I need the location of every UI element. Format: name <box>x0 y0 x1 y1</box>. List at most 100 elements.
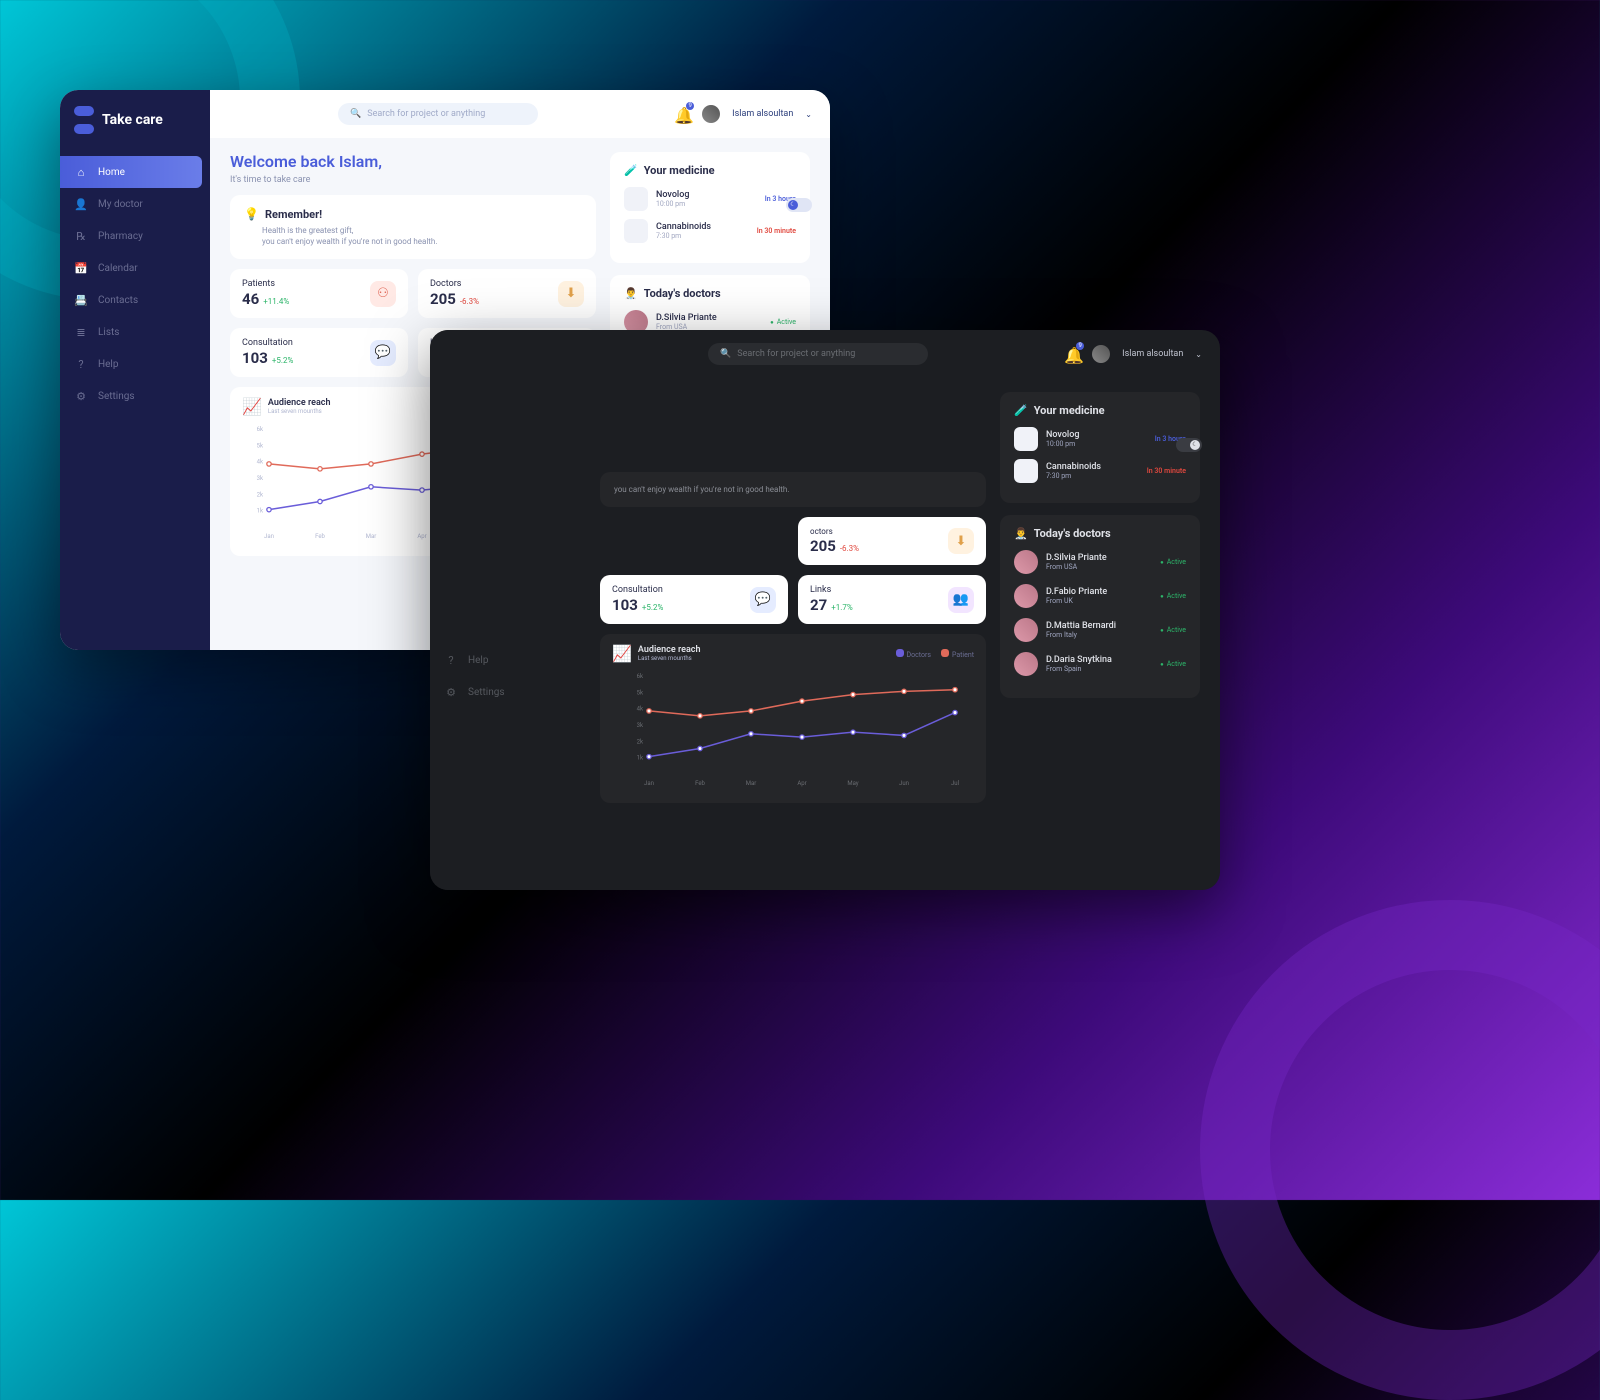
sidebar-item-label: Home <box>98 167 125 178</box>
notification-icon[interactable]: 🔔 <box>1064 346 1080 362</box>
left-column: you can't enjoy wealth if you're not in … <box>600 392 986 803</box>
doctors-today-title: Today's doctors <box>1034 527 1111 540</box>
doctors-icon: ⬇ <box>558 281 584 307</box>
stat-doctors[interactable]: Doctors205-6.3%⬇ <box>418 269 596 318</box>
notification-icon[interactable]: 🔔 <box>674 106 690 122</box>
doctor-status: Active <box>770 318 796 326</box>
medicine-row[interactable]: Novolog10:00 pm In 3 hours <box>624 187 796 211</box>
sidebar-item-pharmacy[interactable]: ℞Pharmacy <box>60 220 210 252</box>
welcome-subtitle: It's time to take care <box>230 175 596 185</box>
medicine-time: 7:30 pm <box>656 232 749 240</box>
brand-text: Take care <box>102 112 163 128</box>
topbar: 🔍Search for project or anything 🔔 Islam … <box>210 90 830 138</box>
chart-title: Audience reach <box>638 645 701 655</box>
sidebar-item-settings[interactable]: ⚙Settings <box>430 676 580 708</box>
medicine-row[interactable]: Cannabinoids7:30 pm In 30 minute <box>1014 459 1186 483</box>
doctor-row[interactable]: D.Daria SnytkinaFrom Spain Active <box>1014 652 1186 676</box>
user-name: Islam alsoultan <box>1122 349 1183 359</box>
doctor-name: D.Fabio Priante <box>1046 587 1152 597</box>
svg-text:Feb: Feb <box>315 533 325 540</box>
doctor-row[interactable]: D.Fabio PrianteFrom UK Active <box>1014 584 1186 608</box>
stat-delta: +11.4% <box>263 297 289 306</box>
stat-consultation[interactable]: Consultation103+5.2%💬 <box>230 328 408 377</box>
doctor-status: Active <box>1160 558 1186 566</box>
stat-delta: +5.2% <box>642 603 664 612</box>
remember-card: you can't enjoy wealth if you're not in … <box>600 472 986 507</box>
welcome: Welcome back Islam, It's time to take ca… <box>230 152 596 185</box>
settings-icon: ⚙ <box>444 685 458 699</box>
theme-toggle[interactable]: ☾ <box>1176 438 1202 452</box>
sidebar: ?Help ⚙Settings <box>430 330 580 890</box>
search-input[interactable]: 🔍Search for project or anything <box>708 343 928 365</box>
sidebar-item-contacts[interactable]: 📇Contacts <box>60 284 210 316</box>
doctor-avatar <box>1014 618 1038 642</box>
legend-doctors: Doctors <box>907 651 931 659</box>
legend-dot-doctors <box>896 649 904 657</box>
stat-value: 103 <box>612 596 638 614</box>
chevron-down-icon[interactable]: ⌄ <box>805 110 812 119</box>
sidebar-nav: ?Help ⚙Settings <box>430 378 580 714</box>
doctors-today-icon: 👨‍⚕️ <box>1014 527 1028 540</box>
svg-text:Apr: Apr <box>797 780 806 787</box>
doctors-icon: ⬇ <box>948 528 974 554</box>
right-column: 🧪Your medicine Novolog10:00 pm In 3 hour… <box>1000 392 1200 803</box>
medicine-card: 🧪Your medicine Novolog10:00 pm In 3 hour… <box>610 152 810 263</box>
sidebar-item-help[interactable]: ?Help <box>430 644 580 676</box>
doctors-card: 👨‍⚕️ Today's doctors D.Silvia PrianteFrom… <box>1000 515 1200 698</box>
remember-line1: Health is the greatest gift, <box>262 225 582 236</box>
sidebar: Take care ⌂Home 👤My doctor ℞Pharmacy 📅Ca… <box>60 90 210 650</box>
patients-icon: ⚇ <box>370 281 396 307</box>
moon-icon: ☾ <box>1190 440 1200 450</box>
medicine-eta: In 30 minute <box>1147 467 1186 475</box>
svg-text:May: May <box>847 780 858 787</box>
doctor-row[interactable]: D.Mattia BernardiFrom Italy Active <box>1014 618 1186 642</box>
chart-icon: 📈 <box>242 397 262 416</box>
stat-consultation[interactable]: Consultation103+5.2%💬 <box>600 575 788 624</box>
svg-text:1k: 1k <box>637 755 644 762</box>
stat-label: Patients <box>242 279 289 289</box>
medicine-list: Novolog10:00 pm In 3 hours Cannabinoids7… <box>1014 427 1186 483</box>
svg-text:Apr: Apr <box>417 533 426 540</box>
consult-icon: 💬 <box>370 340 396 366</box>
doctor-from: From USA <box>1046 563 1152 571</box>
search-input[interactable]: 🔍Search for project or anything <box>338 103 538 125</box>
sidebar-item-settings[interactable]: ⚙Settings <box>60 380 210 412</box>
sidebar-item-calendar[interactable]: 📅Calendar <box>60 252 210 284</box>
medicine-row[interactable]: Cannabinoids7:30 pm In 30 minute <box>624 219 796 243</box>
avatar[interactable] <box>1092 345 1110 363</box>
sidebar-item-mydoctor[interactable]: 👤My doctor <box>60 188 210 220</box>
moon-icon: ☾ <box>788 200 798 210</box>
sidebar-item-home[interactable]: ⌂Home <box>60 156 202 188</box>
svg-text:Jan: Jan <box>644 780 654 787</box>
contacts-icon: 📇 <box>74 293 88 307</box>
svg-text:2k: 2k <box>637 739 644 746</box>
chart-legend: Doctors Patient <box>896 649 975 659</box>
lists-icon: ≣ <box>74 325 88 339</box>
medicine-row[interactable]: Novolog10:00 pm In 3 hours <box>1014 427 1186 451</box>
settings-icon: ⚙ <box>74 389 88 403</box>
svg-text:6k: 6k <box>637 673 644 680</box>
help-icon: ? <box>444 653 458 667</box>
theme-toggle[interactable]: ☾ <box>786 198 812 212</box>
doctor-from: From UK <box>1046 597 1152 605</box>
stat-value: 103 <box>242 349 268 367</box>
brand-icon <box>74 106 94 134</box>
doctor-name: D.Daria Snytkina <box>1046 655 1152 665</box>
medicine-image <box>1014 427 1038 451</box>
stat-patients[interactable]: Patients46+11.4%⚇ <box>230 269 408 318</box>
stat-links[interactable]: Links27+1.7%👥 <box>798 575 986 624</box>
medicine-title: Your medicine <box>1034 404 1105 417</box>
chevron-down-icon[interactable]: ⌄ <box>1195 350 1202 359</box>
avatar[interactable] <box>702 105 720 123</box>
stat-value: 205 <box>810 537 836 555</box>
chart-card: 📈 Audience reachLast seven mounths Docto… <box>600 634 986 803</box>
svg-text:Feb: Feb <box>695 780 705 787</box>
sidebar-item-label: Calendar <box>98 263 138 274</box>
stat-doctors[interactable]: octors205-6.3%⬇ <box>798 517 986 565</box>
sidebar-item-help[interactable]: ?Help <box>60 348 210 380</box>
svg-text:2k: 2k <box>257 492 264 499</box>
sidebar-item-lists[interactable]: ≣Lists <box>60 316 210 348</box>
svg-text:3k: 3k <box>257 475 264 482</box>
doctor-row[interactable]: D.Silvia PrianteFrom USA Active <box>1014 550 1186 574</box>
topbar-right: 🔔 Islam alsoultan ⌄ <box>1064 345 1202 363</box>
